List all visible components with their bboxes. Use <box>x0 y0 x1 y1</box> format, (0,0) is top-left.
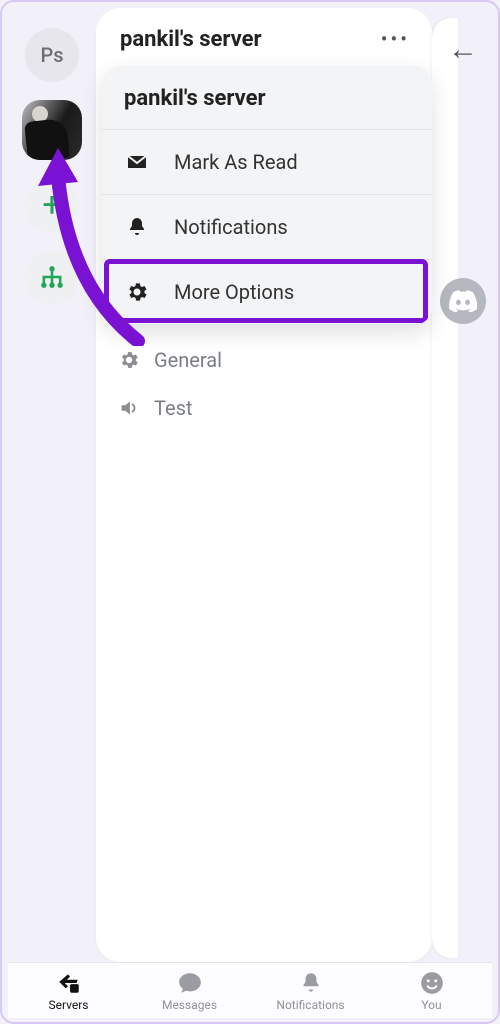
tab-label: Servers <box>48 998 88 1012</box>
server-title: pankil's server <box>120 27 262 52</box>
discover-hub-button[interactable] <box>25 250 79 304</box>
bell-icon <box>298 970 324 996</box>
arrow-left-icon: ← <box>448 32 478 67</box>
bell-icon <box>124 215 150 239</box>
menu-mark-as-read[interactable]: Mark As Read <box>102 130 432 195</box>
servers-icon <box>56 970 82 996</box>
add-server-button[interactable]: + <box>25 178 79 232</box>
tab-you[interactable]: You <box>371 963 492 1018</box>
discord-badge[interactable] <box>440 278 486 324</box>
bottom-tab-bar: Servers Messages Notifications You <box>8 962 492 1018</box>
tab-label: You <box>421 998 441 1012</box>
dropdown-title: pankil's server <box>102 66 432 130</box>
channel-panel: pankil's server ••• General Test pankil'… <box>96 8 432 962</box>
right-panel-edge <box>432 18 458 958</box>
messages-icon <box>177 970 203 996</box>
gear-icon <box>118 349 140 371</box>
more-icon: ••• <box>381 27 410 51</box>
back-button[interactable]: ← <box>448 32 478 67</box>
hub-tree-icon <box>38 263 66 291</box>
server-ps-label: Ps <box>40 43 63 67</box>
channel-general[interactable]: General <box>108 340 420 380</box>
menu-label: Mark As Read <box>174 150 298 174</box>
right-sliver: ← <box>438 8 492 962</box>
tab-notifications[interactable]: Notifications <box>250 963 371 1018</box>
mail-icon <box>124 150 150 174</box>
discord-icon <box>449 290 477 312</box>
server-ps[interactable]: Ps <box>25 28 79 82</box>
server-rail: Ps + <box>8 8 96 962</box>
face-icon <box>419 970 445 996</box>
plus-icon: + <box>42 188 61 222</box>
speaker-icon <box>118 397 140 419</box>
menu-label: More Options <box>174 280 294 304</box>
panel-header: pankil's server ••• <box>96 8 432 70</box>
channel-label: General <box>154 348 222 372</box>
menu-label: Notifications <box>174 215 288 239</box>
server-dropdown: pankil's server Mark As Read Notificatio… <box>102 66 432 325</box>
tab-label: Messages <box>162 998 217 1012</box>
server-more-button[interactable]: ••• <box>381 27 410 51</box>
menu-more-options[interactable]: More Options <box>102 260 432 325</box>
channel-label: Test <box>154 396 192 420</box>
tab-label: Notifications <box>276 998 344 1012</box>
channel-test[interactable]: Test <box>108 388 420 428</box>
gear-icon <box>124 280 150 304</box>
tab-messages[interactable]: Messages <box>129 963 250 1018</box>
tab-servers[interactable]: Servers <box>8 963 129 1018</box>
menu-notifications[interactable]: Notifications <box>102 195 432 260</box>
server-avatar-active[interactable] <box>22 100 82 160</box>
